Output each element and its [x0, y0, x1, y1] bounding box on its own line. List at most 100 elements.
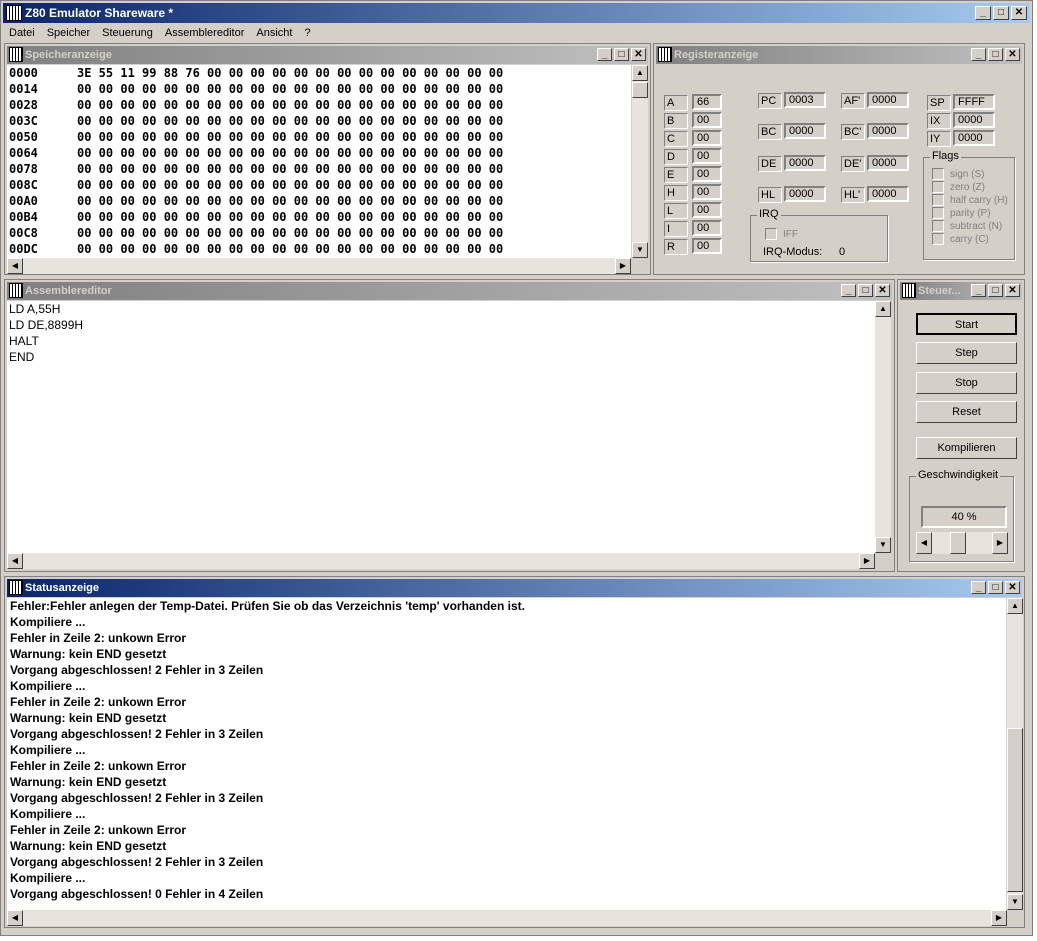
- iff-checkbox[interactable]: [765, 228, 777, 240]
- close-button[interactable]: ✕: [631, 48, 646, 61]
- close-button[interactable]: ✕: [875, 284, 890, 297]
- scroll-thumb[interactable]: [1007, 728, 1023, 892]
- register-field-l[interactable]: 00: [692, 202, 722, 218]
- editor-hscroll[interactable]: ◀ ▶: [7, 553, 875, 569]
- flag-label: parity (P): [950, 208, 991, 219]
- register-field-af-alt[interactable]: 0000: [867, 92, 909, 108]
- scroll-right-icon[interactable]: ▶: [615, 258, 631, 274]
- slider-right-icon[interactable]: ▶: [992, 532, 1008, 554]
- register-field-e[interactable]: 00: [692, 166, 722, 182]
- status-log[interactable]: Fehler:Fehler anlegen der Temp-Datei. Pr…: [7, 598, 1006, 910]
- status-titlebar[interactable]: Statusanzeige _ □ ✕: [7, 579, 1022, 597]
- close-button[interactable]: ✕: [1011, 6, 1027, 20]
- register-label-hl: HL: [758, 187, 782, 203]
- register-field-sp[interactable]: FFFF: [953, 94, 995, 110]
- scroll-left-icon[interactable]: ◀: [7, 910, 23, 926]
- register-field-h[interactable]: 00: [692, 184, 722, 200]
- flag-checkbox[interactable]: [932, 194, 944, 206]
- slider-left-icon[interactable]: ◀: [916, 532, 932, 554]
- register-field-hl-alt[interactable]: 0000: [867, 186, 909, 202]
- maximize-button[interactable]: □: [614, 48, 629, 61]
- register-field-d[interactable]: 00: [692, 148, 722, 164]
- scroll-left-icon[interactable]: ◀: [7, 553, 23, 569]
- maximize-button[interactable]: □: [988, 284, 1003, 297]
- menu-speicher[interactable]: Speicher: [41, 24, 96, 42]
- register-label-e: E: [664, 167, 688, 183]
- memory-vscroll[interactable]: ▲ ▼: [632, 65, 648, 258]
- maximize-button[interactable]: □: [988, 48, 1003, 61]
- stop-button[interactable]: Stop: [916, 372, 1017, 394]
- memory-address: 00A0: [9, 194, 38, 208]
- status-line: Kompiliere ...: [10, 743, 86, 757]
- minimize-button[interactable]: _: [597, 48, 612, 61]
- close-button[interactable]: ✕: [1005, 48, 1020, 61]
- editor-textarea[interactable]: LD A,55H LD DE,8899H HALT END: [7, 301, 875, 553]
- scroll-up-icon[interactable]: ▲: [1007, 598, 1023, 614]
- register-field-hl[interactable]: 0000: [784, 186, 826, 202]
- register-label-h: H: [664, 185, 688, 201]
- register-field-ix[interactable]: 0000: [953, 112, 995, 128]
- status-line: Fehler in Zeile 2: unkown Error: [10, 631, 187, 645]
- scroll-right-icon[interactable]: ▶: [859, 553, 875, 569]
- reset-button[interactable]: Reset: [916, 401, 1017, 423]
- start-button[interactable]: Start: [916, 313, 1017, 335]
- flag-checkbox[interactable]: [932, 220, 944, 232]
- register-field-a[interactable]: 66: [692, 94, 722, 110]
- speed-slider[interactable]: ◀ ▶: [916, 532, 1008, 554]
- register-field-pc[interactable]: 0003: [784, 92, 826, 108]
- memory-row: 0014 00 00 00 00 00 00 00 00 00 00 00 00 …: [9, 81, 631, 97]
- maximize-button[interactable]: □: [993, 6, 1009, 20]
- status-line: Vorgang abgeschlossen! 2 Fehler in 3 Zei…: [10, 855, 264, 869]
- menu-datei[interactable]: Datei: [3, 24, 41, 42]
- register-field-bc[interactable]: 0000: [784, 123, 826, 139]
- menu-assemblereditor[interactable]: Assemblereditor: [159, 24, 250, 42]
- memory-hscroll[interactable]: ◀ ▶: [7, 258, 631, 274]
- menu-steuerung[interactable]: Steuerung: [96, 24, 159, 42]
- scroll-down-icon[interactable]: ▼: [875, 537, 891, 553]
- scroll-down-icon[interactable]: ▼: [632, 242, 648, 258]
- app-titlebar[interactable]: Z80 Emulator Shareware * _ □ ✕: [3, 3, 1030, 23]
- register-field-bc-alt[interactable]: 0000: [867, 123, 909, 139]
- menu-ansicht[interactable]: Ansicht: [250, 24, 298, 42]
- compile-button[interactable]: Kompilieren: [916, 437, 1017, 459]
- memory-titlebar[interactable]: Speicheranzeige _ □ ✕: [7, 46, 648, 64]
- register-field-b[interactable]: 00: [692, 112, 722, 128]
- slider-thumb[interactable]: [950, 532, 966, 554]
- minimize-button[interactable]: _: [971, 284, 986, 297]
- register-titlebar[interactable]: Registeranzeige _ □ ✕: [656, 46, 1022, 64]
- minimize-button[interactable]: _: [975, 6, 991, 20]
- register-field-de[interactable]: 0000: [784, 155, 826, 171]
- scroll-left-icon[interactable]: ◀: [7, 258, 23, 274]
- close-button[interactable]: ✕: [1005, 284, 1020, 297]
- status-hscroll[interactable]: ◀ ▶: [7, 910, 1007, 926]
- status-line: Fehler:Fehler anlegen der Temp-Datei. Pr…: [10, 599, 525, 613]
- flag-checkbox[interactable]: [932, 181, 944, 193]
- maximize-button[interactable]: □: [988, 581, 1003, 594]
- status-vscroll[interactable]: ▲ ▼: [1007, 598, 1023, 910]
- scroll-thumb[interactable]: [632, 82, 648, 98]
- minimize-button[interactable]: _: [841, 284, 856, 297]
- minimize-button[interactable]: _: [971, 48, 986, 61]
- register-field-c[interactable]: 00: [692, 130, 722, 146]
- maximize-button[interactable]: □: [858, 284, 873, 297]
- register-field-de-alt[interactable]: 0000: [867, 155, 909, 171]
- register-field-i[interactable]: 00: [692, 220, 722, 236]
- scroll-right-icon[interactable]: ▶: [991, 910, 1007, 926]
- close-button[interactable]: ✕: [1005, 581, 1020, 594]
- editor-vscroll[interactable]: ▲ ▼: [875, 301, 891, 553]
- flag-checkbox[interactable]: [932, 233, 944, 245]
- editor-titlebar[interactable]: Assemblereditor _ □ ✕: [7, 282, 892, 300]
- memory-view[interactable]: 0000 3E 55 11 99 88 76 00 00 00 00 00 00 …: [7, 65, 631, 258]
- control-titlebar[interactable]: Steuer... _ □ ✕: [900, 282, 1022, 300]
- scroll-up-icon[interactable]: ▲: [632, 65, 648, 81]
- minimize-button[interactable]: _: [971, 581, 986, 594]
- flag-checkbox[interactable]: [932, 207, 944, 219]
- flag-checkbox[interactable]: [932, 168, 944, 180]
- scroll-up-icon[interactable]: ▲: [875, 301, 891, 317]
- scroll-down-icon[interactable]: ▼: [1007, 894, 1023, 910]
- register-field-iy[interactable]: 0000: [953, 130, 995, 146]
- register-label-a: A: [664, 95, 688, 111]
- menu-help[interactable]: ?: [298, 24, 316, 42]
- step-button[interactable]: Step: [916, 342, 1017, 364]
- register-field-r[interactable]: 00: [692, 238, 722, 254]
